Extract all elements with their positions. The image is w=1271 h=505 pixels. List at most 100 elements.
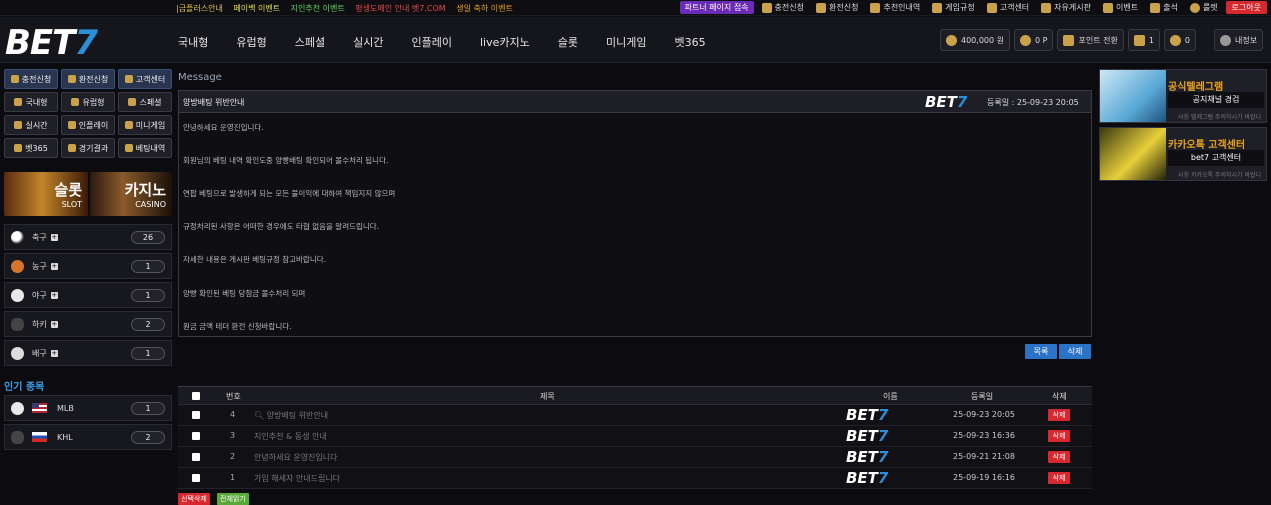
ticker-item[interactable]: 페이백 이벤트 (233, 4, 280, 13)
nav-domestic[interactable]: 국내형 (178, 34, 208, 50)
right-sidebar: 공식텔레그램 공지채널 경검 사칭 텔레그램 주의하시기 바랍니다 카카오톡 고… (1099, 69, 1267, 185)
quick-europe[interactable]: 유럽형 (61, 92, 115, 112)
sport-count: 2 (131, 318, 165, 331)
table-row[interactable]: 2 안녕하세요 운영진입니다 BET7 25-09-21 21:08 삭제 (178, 447, 1092, 468)
nav-slot[interactable]: 슬롯 (558, 34, 578, 50)
quick-label: 미니게임 (135, 120, 166, 130)
site-logo[interactable]: BET7 (5, 23, 98, 63)
row-checkbox[interactable] (192, 411, 200, 419)
message-view: 양방배팅 위반안내 BET7 등록일 : 25-09-23 20:05 안녕하세… (178, 90, 1092, 337)
plus-icon[interactable]: + (50, 349, 58, 357)
top-link-withdraw[interactable]: 환전신청 (812, 1, 862, 14)
coupon-badge[interactable]: 1 (1127, 29, 1160, 51)
top-link-referral[interactable]: 추천인내역 (866, 1, 924, 14)
row-delete-button[interactable]: 삭제 (1048, 472, 1070, 484)
user-info: 400,000 원 0 P 포인트 전환 1 0 내정보 (940, 29, 1264, 51)
top-link-roulette[interactable]: 룰렛 (1186, 1, 1222, 14)
my-info-button[interactable]: 내정보 (1214, 29, 1264, 51)
row-checkbox[interactable] (192, 453, 200, 461)
row-delete-button[interactable]: 삭제 (1048, 430, 1070, 442)
quick-support[interactable]: 고객센터 (118, 69, 172, 89)
table-row[interactable]: 3 지인추천 & 동생 안내 BET7 25-09-23 16:36 삭제 (178, 426, 1092, 447)
top-link-label: 게임규정 (945, 3, 975, 12)
notice-ticker[interactable]: |금플러스안내 페이백 이벤트 지인추천 이벤트 평생도메인 안내 벳7.COM… (176, 3, 521, 14)
delete-button[interactable]: 삭제 (1059, 344, 1091, 359)
read-all-button[interactable]: 전체읽기 (217, 493, 249, 505)
quick-label: 고객센터 (135, 74, 166, 84)
table-row[interactable]: 1 가입 해세자 안내드립니다 BET7 25-09-19 16:16 삭제 (178, 468, 1092, 489)
plus-icon[interactable]: + (50, 262, 58, 270)
quick-results[interactable]: 경기결과 (61, 138, 115, 158)
partner-page-button[interactable]: 파트너 페이지 접속 (679, 1, 754, 14)
sport-row-baseball[interactable]: 야구 + 1 (4, 282, 172, 308)
popular-row-mlb[interactable]: MLB 1 (4, 395, 172, 421)
main-nav: 국내형 유럽형 스페셜 실시간 인플레이 live카지노 슬롯 미니게임 벳36… (178, 34, 734, 50)
kakao-card[interactable]: 카카오톡 고객센터 bet7 고객센터 사칭 카카오톡 주의하시기 바랍니다 (1099, 127, 1267, 181)
quick-live[interactable]: 실시간 (4, 115, 58, 135)
point-convert-button[interactable]: 포인트 전환 (1057, 29, 1124, 51)
sport-row-soccer[interactable]: 축구 + 26 (4, 224, 172, 250)
money-balance[interactable]: 400,000 원 (940, 29, 1010, 51)
top-link-attendance[interactable]: 출석 (1146, 1, 1182, 14)
ticker-item[interactable]: 평생도메인 안내 벳7.COM (355, 4, 445, 13)
ticker-item[interactable]: 생일 축하 이벤트 (456, 4, 513, 13)
row-delete-button[interactable]: 삭제 (1048, 409, 1070, 421)
sport-row-hockey[interactable]: 하키 + 2 (4, 311, 172, 337)
row-subject[interactable]: 안녕하세요 운영진입니다 (254, 452, 338, 463)
nav-bet365[interactable]: 벳365 (674, 34, 705, 50)
nav-europe[interactable]: 유럽형 (236, 34, 266, 50)
top-link-deposit[interactable]: 충전신청 (758, 1, 808, 14)
row-checkbox[interactable] (192, 432, 200, 440)
ticker-item[interactable]: 지인추천 이벤트 (291, 4, 345, 13)
nav-live[interactable]: 실시간 (353, 34, 383, 50)
casino-banner[interactable]: 카지노 CASINO (90, 172, 172, 216)
top-link-board[interactable]: 자유게시판 (1037, 1, 1095, 14)
quick-minigame[interactable]: 미니게임 (118, 115, 172, 135)
plus-icon[interactable]: + (50, 291, 58, 299)
plus-icon[interactable]: + (50, 233, 58, 241)
list-button[interactable]: 목록 (1025, 344, 1057, 359)
row-checkbox[interactable] (192, 474, 200, 482)
quick-deposit[interactable]: 충전신청 (4, 69, 58, 89)
kakao-channel-box[interactable]: bet7 고객센터 (1168, 150, 1264, 166)
ticker-item[interactable]: |금플러스안내 (176, 4, 223, 13)
nav-special[interactable]: 스페셜 (295, 34, 325, 50)
message-line: 회원님의 베팅 내역 확인도중 양빵배팅 확인되어 몰수처리 됩니다. (183, 156, 389, 165)
nav-inplay[interactable]: 인플레이 (412, 34, 452, 50)
gift-icon (1102, 2, 1113, 13)
row-date: 25-09-23 20:05 (953, 410, 1015, 419)
plus-icon[interactable]: + (50, 320, 58, 328)
row-subject[interactable]: 가입 해세자 안내드립니다 (254, 473, 340, 484)
telegram-channel-box[interactable]: 공지채널 경검 (1168, 92, 1264, 108)
select-all-checkbox[interactable] (192, 392, 200, 400)
kakao-talk-image (1100, 128, 1166, 180)
message-badge[interactable]: 0 (1163, 29, 1196, 51)
point-balance[interactable]: 0 P (1014, 29, 1054, 51)
telegram-card[interactable]: 공식텔레그램 공지채널 경검 사칭 텔레그램 주의하시기 바랍니다 (1099, 69, 1267, 123)
quick-withdraw[interactable]: 환전신청 (61, 69, 115, 89)
quick-bet-history[interactable]: 베팅내역 (118, 138, 172, 158)
top-link-support[interactable]: 고객센터 (983, 1, 1033, 14)
table-row[interactable]: 4 🔍︎ 양방배팅 위반안내 BET7 25-09-23 20:05 삭제 (178, 405, 1092, 426)
kakao-title: 카카오톡 고객센터 (1168, 140, 1246, 151)
row-subject[interactable]: 🔍︎ 양방배팅 위반안내 (254, 410, 328, 421)
row-delete-button[interactable]: 삭제 (1048, 451, 1070, 463)
league-name: MLB (57, 403, 74, 413)
quick-domestic[interactable]: 국내형 (4, 92, 58, 112)
popular-row-khl[interactable]: KHL 2 (4, 424, 172, 450)
sport-name: 농구 (32, 261, 47, 271)
quick-special[interactable]: 스페셜 (118, 92, 172, 112)
top-link-rules[interactable]: 게임규정 (928, 1, 978, 14)
nav-live-casino[interactable]: live카지노 (480, 34, 530, 50)
row-subject[interactable]: 지인추천 & 동생 안내 (254, 431, 327, 442)
select-delete-button[interactable]: 선택삭제 (178, 493, 210, 505)
sport-row-basketball[interactable]: 농구 + 1 (4, 253, 172, 279)
quick-inplay[interactable]: 인플레이 (61, 115, 115, 135)
top-link-event[interactable]: 이벤트 (1099, 1, 1142, 14)
slot-banner[interactable]: 슬롯 SLOT (4, 172, 88, 216)
logout-button[interactable]: 로그아웃 (1225, 1, 1267, 14)
nav-minigame[interactable]: 미니게임 (606, 34, 646, 50)
withdraw-icon (67, 75, 76, 83)
quick-bet365[interactable]: 벳365 (4, 138, 58, 158)
sport-row-volleyball[interactable]: 배구 + 1 (4, 340, 172, 366)
